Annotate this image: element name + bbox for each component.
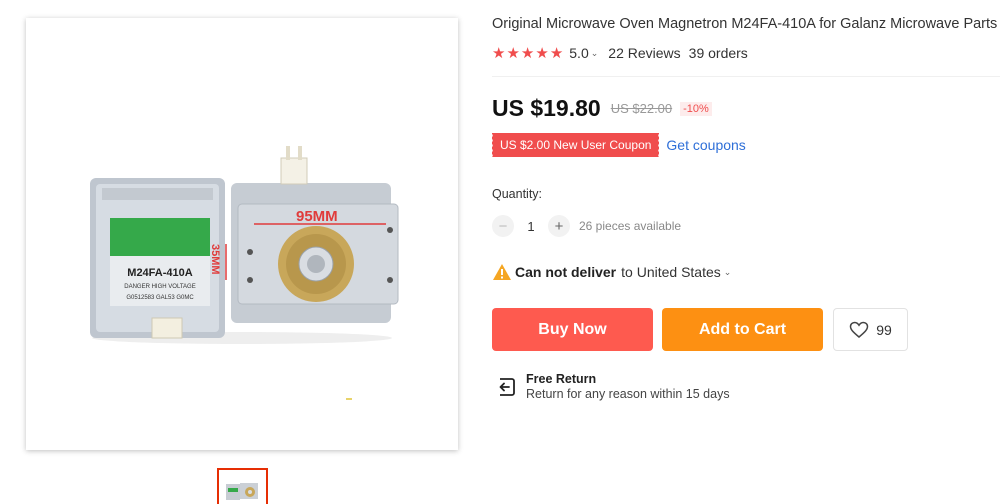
coupon-row: US $2.00 New User Coupon Get coupons — [490, 133, 746, 157]
return-policy: Free Return Return for any reason within… — [495, 372, 730, 401]
rating-value[interactable]: 5.0 — [569, 45, 588, 61]
warning-icon — [493, 264, 511, 280]
get-coupons-link[interactable]: Get coupons — [666, 137, 745, 153]
add-to-cart-button[interactable]: Add to Cart — [662, 308, 823, 351]
chevron-down-icon[interactable]: ⌄ — [591, 48, 599, 59]
delivery-status: Can not deliver — [515, 264, 617, 280]
main-product-image[interactable]: M24FA-410A DANGER HIGH VOLTAGE G0512583 … — [26, 18, 458, 450]
dim-width-label: 95MM — [296, 208, 338, 225]
quantity-increase-button[interactable]: + — [548, 215, 570, 237]
thumbnail-1[interactable] — [217, 468, 268, 504]
label-model: M24FA-410A — [127, 267, 192, 279]
heart-icon — [849, 321, 869, 338]
thumbnail-image — [219, 470, 266, 504]
action-buttons: Buy Now Add to Cart 99 — [492, 308, 908, 351]
return-title: Free Return — [526, 372, 597, 386]
current-price: US $19.80 — [492, 95, 601, 121]
delivery-destination[interactable]: to United States — [621, 264, 721, 280]
label-warning: DANGER HIGH VOLTAGE — [124, 284, 195, 290]
wishlist-button[interactable]: 99 — [833, 308, 908, 351]
buy-now-button[interactable]: Buy Now — [492, 308, 653, 351]
original-price: US $22.00 — [610, 101, 673, 116]
product-title: Original Microwave Oven Magnetron M24FA-… — [492, 16, 998, 32]
quantity-label: Quantity: — [492, 187, 543, 201]
return-subtitle: Return for any reason within 15 days — [526, 387, 730, 401]
orders-count: 39 orders — [688, 45, 748, 61]
quantity-input[interactable]: 1 — [514, 219, 548, 234]
quantity-decrease-button[interactable]: − — [492, 215, 514, 237]
star-icon: ★ — [492, 44, 506, 62]
star-icon: ★ — [535, 44, 549, 62]
divider — [492, 76, 1000, 77]
rating-row: ★ ★ ★ ★ ★ 5.0 ⌄ 22 Reviews 39 orders — [492, 43, 748, 63]
star-icon: ★ — [520, 44, 535, 62]
star-icon: ★ — [506, 44, 520, 62]
price-row: US $19.80 US $22.00 -10% — [492, 95, 712, 122]
coupon-badge[interactable]: US $2.00 New User Coupon — [490, 133, 660, 157]
chevron-down-icon[interactable]: ⌄ — [724, 267, 732, 278]
label-code: G0512583 GAL53 G0MC — [126, 295, 194, 301]
dim-height-label: 35MM — [209, 244, 221, 275]
reviews-link[interactable]: 22 Reviews — [608, 45, 680, 61]
return-icon — [499, 378, 515, 396]
rating-stars: ★ ★ ★ ★ ★ — [492, 46, 563, 61]
star-icon: ★ — [549, 44, 564, 62]
quantity-stepper: − 1 + 26 pieces available — [492, 215, 681, 237]
discount-badge: -10% — [680, 101, 712, 116]
wishlist-count: 99 — [876, 321, 892, 338]
magnetron-illustration: M24FA-410A DANGER HIGH VOLTAGE G0512583 … — [90, 146, 399, 400]
stock-available: 26 pieces available — [579, 219, 682, 233]
delivery-row: Can not deliver to United States ⌄ — [492, 263, 731, 281]
